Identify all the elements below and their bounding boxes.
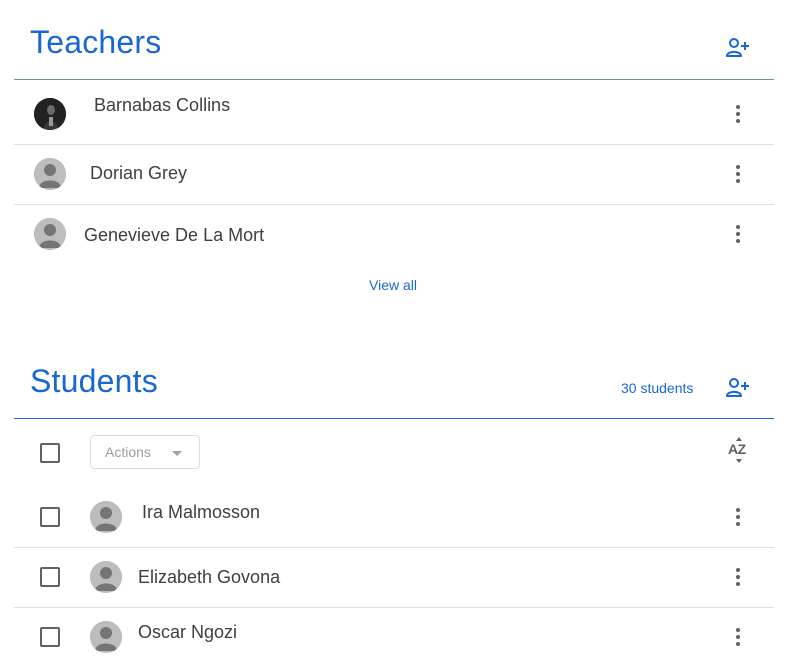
- teacher-name: Genevieve De La Mort: [84, 225, 265, 245]
- view-all-teachers-link[interactable]: View all: [0, 277, 786, 293]
- row-divider: [14, 204, 774, 205]
- student-checkbox[interactable]: [40, 567, 60, 587]
- student-checkbox[interactable]: [40, 627, 60, 647]
- more-vert-icon: [736, 568, 740, 586]
- row-divider: [14, 144, 774, 145]
- teacher-name: Barnabas Collins: [94, 95, 231, 115]
- actions-dropdown[interactable]: Actions: [90, 435, 200, 469]
- more-vert-icon: [736, 508, 740, 526]
- students-title: Students: [30, 363, 158, 399]
- teachers-header-divider: [14, 79, 774, 80]
- teacher-menu-button[interactable]: [726, 222, 750, 246]
- row-divider: [14, 547, 774, 548]
- students-header-divider: [14, 418, 774, 419]
- more-vert-icon: [736, 225, 740, 243]
- person-add-icon: [726, 38, 749, 57]
- student-checkbox[interactable]: [40, 507, 60, 527]
- add-teacher-button[interactable]: [724, 34, 752, 62]
- more-vert-icon: [736, 105, 740, 123]
- student-name: Elizabeth Govona: [138, 567, 281, 587]
- default-person-icon: [90, 561, 122, 593]
- add-student-button[interactable]: [724, 374, 752, 402]
- actions-label: Actions: [105, 444, 151, 460]
- teacher-menu-button[interactable]: [726, 102, 750, 126]
- teacher-menu-button[interactable]: [726, 162, 750, 186]
- default-person-icon: [34, 218, 66, 250]
- more-vert-icon: [736, 628, 740, 646]
- student-menu-button[interactable]: [726, 505, 750, 529]
- student-count[interactable]: 30 students: [621, 380, 693, 396]
- default-person-icon: [90, 621, 122, 653]
- select-all-checkbox[interactable]: [40, 443, 60, 463]
- student-name: Oscar Ngozi: [138, 622, 238, 642]
- teacher-avatar-photo: [34, 98, 66, 130]
- row-divider: [14, 607, 774, 608]
- student-menu-button[interactable]: [726, 565, 750, 589]
- more-vert-icon: [736, 165, 740, 183]
- teachers-title: Teachers: [30, 24, 162, 60]
- person-add-icon: [726, 378, 749, 397]
- sort-arrow-down-icon: [736, 459, 742, 463]
- student-menu-button[interactable]: [726, 625, 750, 649]
- sort-button[interactable]: AZ: [724, 437, 752, 465]
- sort-az-icon: AZ: [728, 441, 746, 457]
- default-person-icon: [34, 158, 66, 190]
- default-person-icon: [90, 501, 122, 533]
- student-name: Ira Malmosson: [142, 502, 261, 522]
- teacher-name: Dorian Grey: [90, 163, 188, 183]
- chevron-down-icon: [172, 451, 182, 456]
